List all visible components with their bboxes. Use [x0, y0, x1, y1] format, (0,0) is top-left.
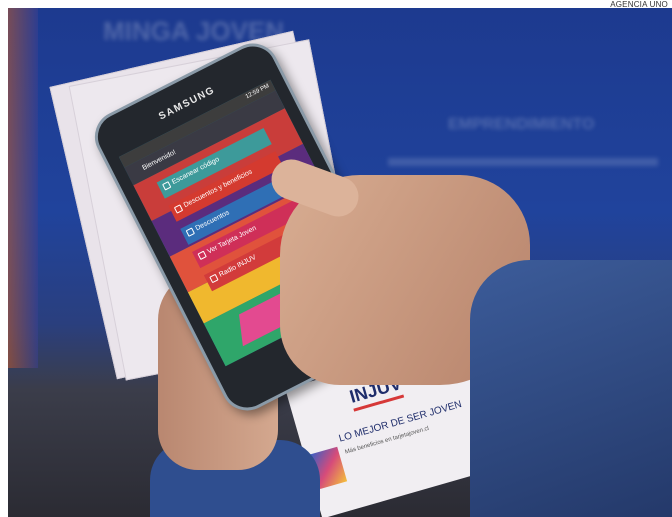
background-banner-subtext: EMPRENDIMIENTO: [448, 116, 595, 133]
headphones-icon: [209, 273, 219, 284]
background-red-edge: [8, 8, 38, 368]
qr-icon: [162, 181, 172, 191]
background-stripe: [388, 158, 658, 166]
right-sleeve: [470, 260, 672, 517]
info-icon: [185, 227, 196, 237]
photo: MINGA JOVEN EMPRENDIMIENTO AGENCIA UNO I…: [0, 0, 672, 517]
card-icon: [197, 250, 207, 261]
tag-icon: [173, 204, 184, 214]
photo-credit: AGENCIA UNO: [610, 0, 668, 9]
